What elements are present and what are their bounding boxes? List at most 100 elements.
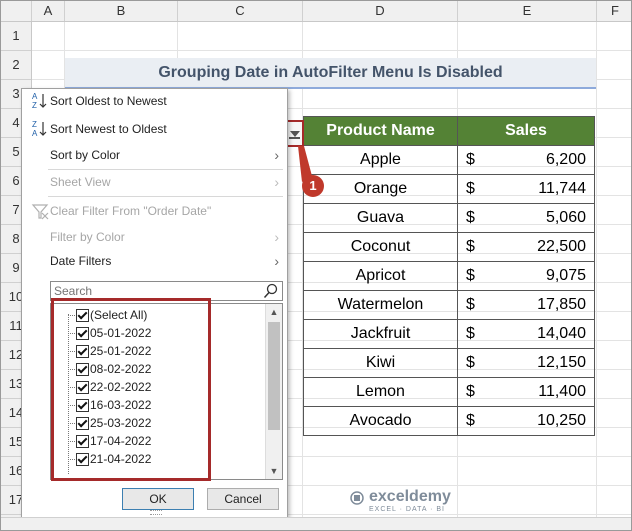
currency-symbol: $ (466, 383, 475, 400)
currency-symbol: $ (466, 267, 475, 284)
sales-amount: 22,500 (537, 238, 586, 255)
sales-cell[interactable]: $9,075 (457, 261, 595, 291)
scroll-thumb[interactable] (268, 322, 280, 430)
product-cell[interactable]: Watermelon (303, 290, 458, 320)
logo-icon (350, 491, 364, 505)
menu-item-label: Sort Newest to Oldest (50, 122, 167, 136)
chevron-right-icon: › (274, 147, 279, 163)
sales-amount: 5,060 (545, 209, 586, 226)
currency-symbol: $ (466, 238, 475, 255)
currency-symbol: $ (466, 296, 475, 313)
menu-item-filter-by-color: Filter by Color › (22, 225, 287, 249)
sales-amount: 17,850 (537, 296, 586, 313)
product-cell[interactable]: Orange (303, 174, 458, 204)
product-cell[interactable]: Jackfruit (303, 319, 458, 349)
sales-amount: 14,040 (537, 325, 586, 342)
svg-text:Z: Z (32, 120, 37, 129)
sales-cell[interactable]: $22,500 (457, 232, 595, 262)
sales-cell[interactable]: $6,200 (457, 145, 595, 175)
table-row: Lemon $11,400 (303, 377, 595, 407)
menu-item-label: Date Filters (50, 254, 112, 268)
autofilter-menu: A Z Sort Oldest to Newest Z A Sort Newes… (21, 88, 288, 518)
menu-item-sort-newest[interactable]: Z A Sort Newest to Oldest (22, 117, 287, 141)
watermark-name: exceldemy (369, 488, 451, 505)
currency-symbol: $ (466, 412, 475, 429)
table-row: Kiwi $12,150 (303, 348, 595, 378)
scroll-up-icon[interactable]: ▲ (266, 304, 282, 320)
cancel-button[interactable]: Cancel (207, 488, 279, 510)
highlight-box (51, 298, 211, 481)
svg-text:Z: Z (32, 101, 37, 110)
menu-item-label: Sort by Color (50, 148, 121, 162)
step-badge: 1 (302, 175, 324, 197)
table-row: Apple $6,200 (303, 145, 595, 175)
menu-item-date-filters[interactable]: Date Filters › (22, 249, 287, 273)
row-header[interactable]: 2 (1, 51, 31, 80)
sales-cell[interactable]: $11,744 (457, 174, 595, 204)
ok-button[interactable]: OK (122, 488, 194, 510)
sales-amount: 6,200 (545, 151, 586, 168)
sales-amount: 9,075 (545, 267, 586, 284)
column-header-a[interactable]: A (32, 1, 65, 21)
sales-cell[interactable]: $5,060 (457, 203, 595, 233)
chevron-right-icon: › (274, 253, 279, 269)
chevron-right-icon: › (274, 229, 279, 245)
menu-item-label: Filter by Color (50, 230, 125, 244)
menu-item-sort-oldest[interactable]: A Z Sort Oldest to Newest (22, 89, 287, 113)
table-row: Jackfruit $14,040 (303, 319, 595, 349)
currency-symbol: $ (466, 151, 475, 168)
product-cell[interactable]: Avocado (303, 406, 458, 436)
sheet-title: Grouping Date in AutoFilter Menu Is Disa… (65, 58, 596, 89)
currency-symbol: $ (466, 209, 475, 226)
sales-table: Product Name Sales Apple $6,200 Orange $11,… (303, 116, 595, 436)
row-header[interactable]: 1 (1, 22, 31, 51)
watermark-tagline: EXCEL · DATA · BI (369, 506, 445, 513)
table-row: Watermelon $17,850 (303, 290, 595, 320)
sort-ascending-icon: A Z (32, 92, 47, 110)
product-name-header[interactable]: Product Name (303, 116, 458, 146)
list-scrollbar[interactable]: ▲ ▼ (265, 304, 282, 479)
product-cell[interactable]: Coconut (303, 232, 458, 262)
sales-cell[interactable]: $14,040 (457, 319, 595, 349)
column-header-b[interactable]: B (65, 1, 178, 21)
column-header-bar: A B C D E F (1, 1, 631, 22)
clear-filter-icon (31, 204, 49, 220)
column-header-d[interactable]: D (303, 1, 458, 21)
sales-cell[interactable]: $10,250 (457, 406, 595, 436)
table-row: Coconut $22,500 (303, 232, 595, 262)
product-cell[interactable]: Guava (303, 203, 458, 233)
column-header-e[interactable]: E (458, 1, 597, 21)
menu-item-sheet-view: Sheet View › (22, 170, 287, 194)
resize-grip[interactable] (150, 510, 162, 515)
sales-amount: 11,400 (538, 383, 586, 400)
table-row: Guava $5,060 (303, 203, 595, 233)
column-header-f[interactable]: F (597, 1, 631, 21)
sales-amount: 12,150 (537, 354, 586, 371)
table-row: Apricot $9,075 (303, 261, 595, 291)
sales-header[interactable]: Sales (457, 116, 595, 146)
sales-cell[interactable]: $17,850 (457, 290, 595, 320)
product-cell[interactable]: Kiwi (303, 348, 458, 378)
product-cell[interactable]: Apple (303, 145, 458, 175)
column-header-c[interactable]: C (178, 1, 303, 21)
horizontal-scrollbar[interactable] (1, 517, 631, 530)
chevron-right-icon: › (274, 174, 279, 190)
scroll-down-icon[interactable]: ▼ (266, 463, 282, 479)
currency-symbol: $ (466, 180, 475, 197)
sales-cell[interactable]: $12,150 (457, 348, 595, 378)
search-icon (263, 283, 278, 299)
sales-amount: 10,250 (537, 412, 586, 429)
table-row: Avocado $10,250 (303, 406, 595, 436)
menu-item-label: Sort Oldest to Newest (50, 94, 167, 108)
currency-symbol: $ (466, 325, 475, 342)
product-cell[interactable]: Lemon (303, 377, 458, 407)
menu-item-sort-by-color[interactable]: Sort by Color › (22, 143, 287, 167)
select-all-corner[interactable] (1, 1, 32, 21)
menu-item-clear-filter: Clear Filter From "Order Date" (22, 199, 287, 223)
watermark: exceldemy EXCEL · DATA · BI (349, 488, 489, 518)
product-cell[interactable]: Apricot (303, 261, 458, 291)
sales-cell[interactable]: $11,400 (457, 377, 595, 407)
spreadsheet-window: A B C D E F 1 2 3 4 5 6 7 8 9 10 11 12 13 14 15 16 17 Gr… (0, 0, 632, 531)
svg-text:A: A (32, 92, 38, 101)
currency-symbol: $ (466, 354, 475, 371)
